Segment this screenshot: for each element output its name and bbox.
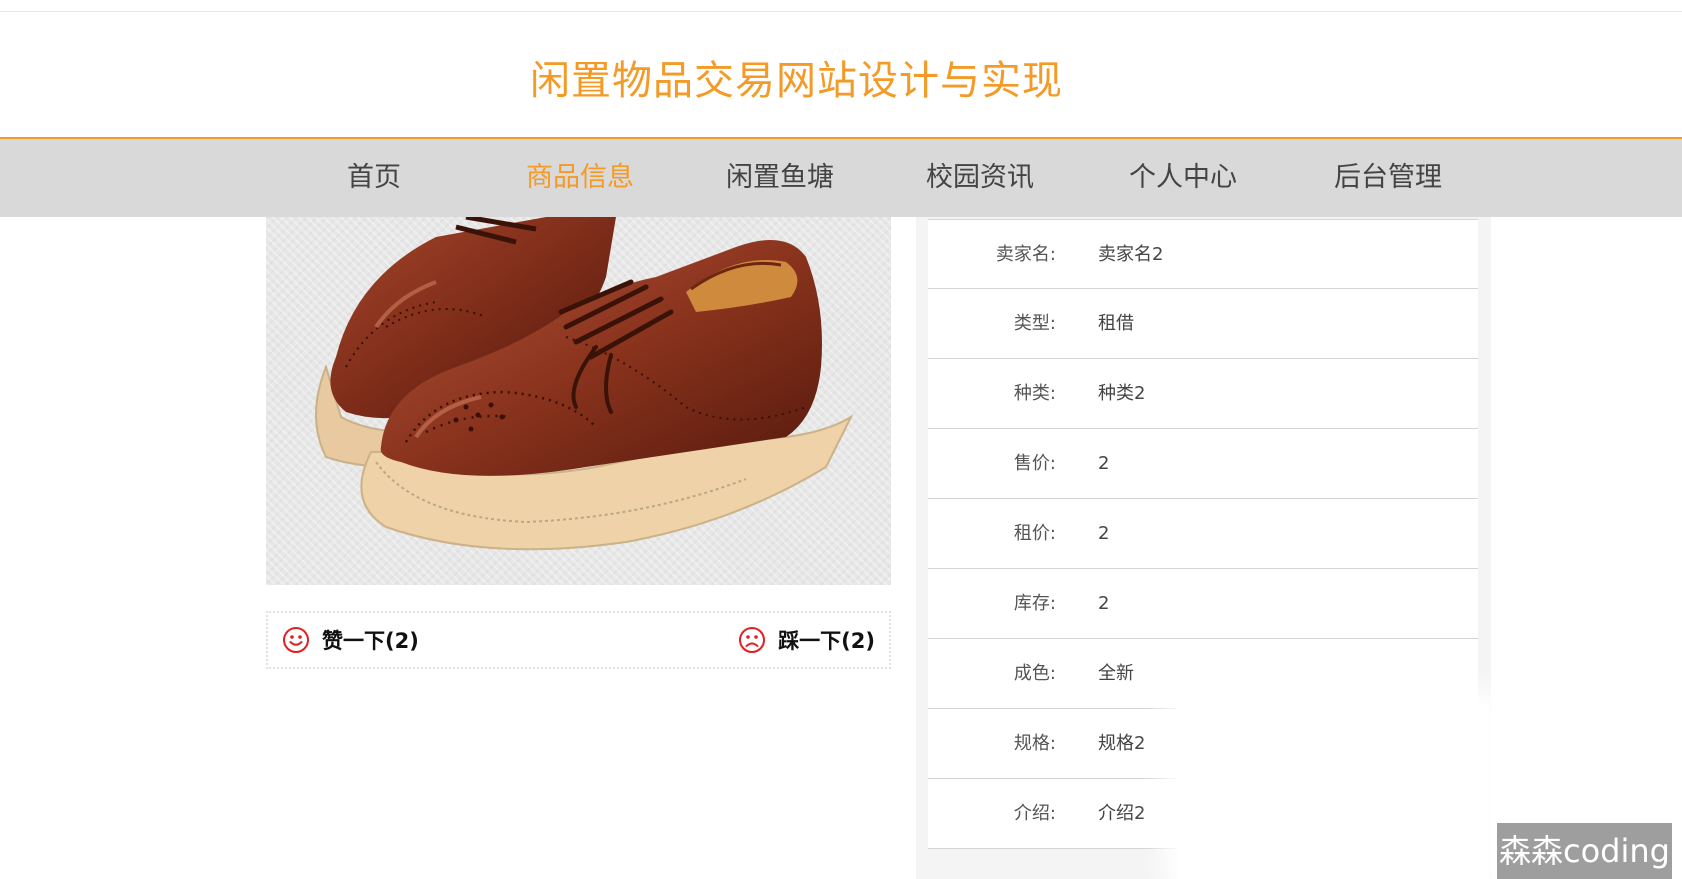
frown-icon <box>739 627 766 653</box>
detail-label: 库存: <box>1013 593 1056 614</box>
detail-label: 介绍: <box>1013 803 1056 824</box>
detail-value: 规格2 <box>1098 733 1146 754</box>
detail-row-sale-price: 售价: 2 <box>928 429 1478 499</box>
detail-row-category: 种类: 种类2 <box>928 359 1478 429</box>
nav-item-products[interactable]: 商品信息 <box>526 139 634 217</box>
nav-item-campus-news[interactable]: 校园资讯 <box>926 139 1034 217</box>
detail-value: 全新 <box>1098 663 1134 684</box>
detail-label: 卖家名: <box>995 244 1056 265</box>
vote-bar: 赞一下(2) 踩一下(2) <box>266 611 891 669</box>
detail-value: 2 <box>1098 593 1110 614</box>
detail-label: 售价: <box>1013 453 1056 474</box>
dislike-label: 踩一下(2) <box>778 629 875 653</box>
detail-row-rent-price: 租价: 2 <box>928 499 1478 569</box>
smile-icon <box>283 627 309 653</box>
detail-label: 租价: <box>1013 523 1056 544</box>
site-title: 闲置物品交易网站设计与实现 <box>530 58 1063 104</box>
main-nav: 首页 商品信息 闲置鱼塘 校园资讯 个人中心 后台管理 <box>0 137 1682 217</box>
detail-label: 类型: <box>1013 313 1056 334</box>
detail-value: 2 <box>1098 523 1110 544</box>
detail-row-seller: 卖家名: 卖家名2 <box>928 219 1478 289</box>
blur-overlay <box>1177 703 1489 879</box>
detail-label: 规格: <box>1013 733 1056 754</box>
brown-brogue-shoes-icon <box>315 217 854 551</box>
nav-item-personal-center[interactable]: 个人中心 <box>1129 139 1237 217</box>
watermark: 森森coding <box>1497 823 1672 879</box>
detail-value: 卖家名2 <box>1098 244 1164 265</box>
like-button[interactable]: 赞一下(2) <box>282 613 419 667</box>
product-image <box>266 217 891 585</box>
top-divider <box>0 11 1682 12</box>
detail-row-stock: 库存: 2 <box>928 569 1478 639</box>
detail-value: 种类2 <box>1098 383 1146 404</box>
detail-row-type: 类型: 租借 <box>928 289 1478 359</box>
detail-value: 介绍2 <box>1098 803 1146 824</box>
detail-label: 种类: <box>1013 383 1056 404</box>
dislike-button[interactable]: 踩一下(2) <box>738 613 875 667</box>
detail-value: 租借 <box>1098 313 1134 334</box>
nav-item-admin[interactable]: 后台管理 <box>1334 139 1442 217</box>
detail-row-condition: 成色: 全新 <box>928 639 1478 709</box>
detail-value: 2 <box>1098 453 1110 474</box>
like-label: 赞一下(2) <box>322 629 419 653</box>
nav-item-home[interactable]: 首页 <box>347 139 401 217</box>
detail-label: 成色: <box>1013 663 1056 684</box>
nav-item-fishpond[interactable]: 闲置鱼塘 <box>726 139 834 217</box>
